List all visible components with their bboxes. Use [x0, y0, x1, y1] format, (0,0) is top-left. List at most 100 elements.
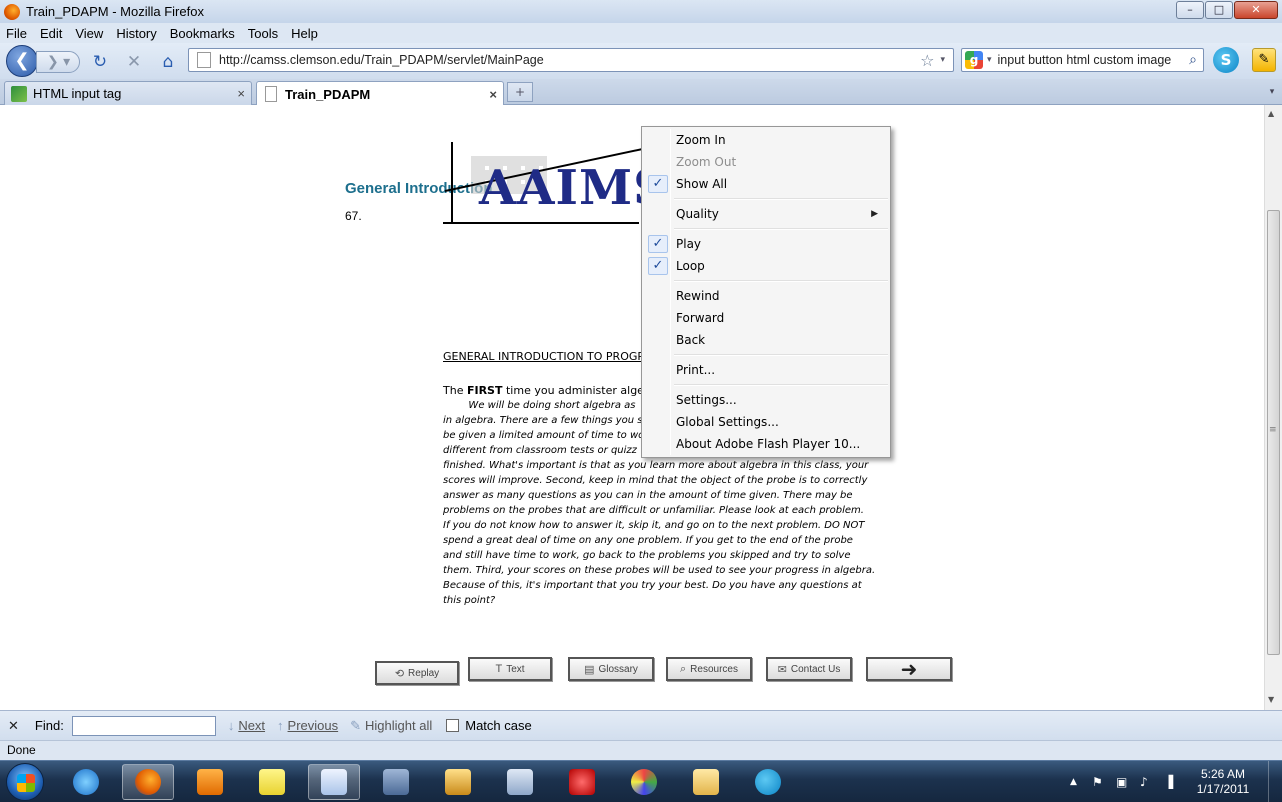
taskbar-explorer[interactable] [680, 764, 732, 800]
menu-item-loop[interactable]: ✓ Loop [644, 255, 888, 277]
menu-item-about-flash[interactable]: About Adobe Flash Player 10... [644, 433, 888, 455]
menu-separator [674, 384, 888, 386]
tab-close-icon[interactable]: × [489, 87, 497, 102]
forward-button[interactable]: ❯ ▾ [36, 51, 80, 73]
menu-tools[interactable]: Tools [248, 26, 278, 41]
show-desktop-button[interactable] [1268, 761, 1282, 802]
reload-icon[interactable]: ↻ [90, 52, 110, 72]
menu-item-forward[interactable]: Forward [644, 307, 888, 329]
scroll-up-icon[interactable]: ▲ [1268, 109, 1274, 118]
back-button[interactable]: ❮ [6, 45, 38, 77]
glossary-button[interactable]: ▤ Glossary [568, 657, 654, 681]
menu-bookmarks[interactable]: Bookmarks [170, 26, 235, 41]
pen-toolbar-icon[interactable]: ✎ [1252, 48, 1276, 72]
menu-file[interactable]: File [6, 26, 27, 41]
match-case-label: Match case [465, 718, 532, 733]
tab-close-icon[interactable]: × [237, 86, 245, 101]
search-engine-dropdown-icon[interactable]: ▾ [987, 55, 992, 65]
taskbar-internet-explorer[interactable] [60, 764, 112, 800]
window-controls: – □ ✕ [1176, 1, 1278, 19]
menu-item-label: About Adobe Flash Player 10... [676, 437, 861, 451]
skype-icon [755, 769, 781, 795]
taskbar-notepad[interactable] [308, 764, 360, 800]
url-dropdown-icon[interactable]: ▾ [940, 55, 945, 65]
search-icon[interactable]: ⌕ [1189, 52, 1197, 68]
home-icon[interactable]: ⌂ [158, 52, 178, 72]
close-window-button[interactable]: ✕ [1234, 1, 1278, 19]
action-center-flag-icon[interactable]: ⚑ [1092, 775, 1103, 789]
menu-item-play[interactable]: ✓ Play [644, 233, 888, 255]
menu-item-settings[interactable]: Settings... [644, 389, 888, 411]
find-input[interactable] [71, 715, 216, 736]
stop-icon[interactable]: ✕ [124, 52, 144, 72]
menu-item-rewind[interactable]: Rewind [644, 285, 888, 307]
taskbar-paint[interactable] [618, 764, 670, 800]
menu-separator [674, 280, 888, 282]
replay-button[interactable]: ⟲ Replay [375, 661, 459, 685]
menu-item-label: Forward [676, 311, 725, 325]
submenu-arrow-icon: ▶ [871, 209, 878, 219]
system-clock[interactable]: 5:26 AM 1/17/2011 [1186, 767, 1260, 797]
menu-item-label: Loop [676, 259, 705, 273]
menu-item-show-all[interactable]: ✓ Show All [644, 173, 888, 195]
taskbar-calculator[interactable] [494, 764, 546, 800]
search-bar[interactable]: g ▾ input button html custom image ⌕ [961, 48, 1204, 72]
bookmark-star-icon[interactable]: ☆ [920, 51, 934, 70]
menu-item-global-settings[interactable]: Global Settings... [644, 411, 888, 433]
taskbar-solitaire[interactable] [432, 764, 484, 800]
tab-train-pdapm[interactable]: Train_PDAPM × [256, 81, 504, 106]
minimize-button[interactable]: – [1176, 1, 1204, 19]
intro-line: problems on the probes that are difficul… [443, 505, 864, 516]
taskbar-sticky-notes[interactable] [246, 764, 298, 800]
menu-history[interactable]: History [116, 26, 156, 41]
taskbar-skype[interactable] [742, 764, 794, 800]
menu-view[interactable]: View [75, 26, 103, 41]
down-arrow-icon: ↓ [227, 718, 235, 733]
scroll-down-icon[interactable]: ▼ [1268, 695, 1274, 704]
signal-strength-icon[interactable]: ▐ [1164, 775, 1173, 789]
intro-line: If you do not know how to answer it, ski… [443, 520, 865, 531]
taskbar-media-player[interactable] [184, 764, 236, 800]
menu-edit[interactable]: Edit [40, 26, 62, 41]
checkmark-icon: ✓ [648, 175, 668, 193]
new-tab-button[interactable]: + [507, 82, 533, 102]
menu-item-print[interactable]: Print... [644, 359, 888, 381]
replay-icon: ⟲ [394, 667, 405, 680]
taskbar-firefox[interactable] [122, 764, 174, 800]
text-button[interactable]: T Text [468, 657, 552, 681]
highlight-all-button[interactable]: ✎ Highlight all [350, 718, 432, 734]
url-bar[interactable]: http://camss.clemson.edu/Train_PDAPM/ser… [188, 48, 954, 72]
maximize-button[interactable]: □ [1205, 1, 1233, 19]
menu-item-back[interactable]: Back [644, 329, 888, 351]
tab-html-input-tag[interactable]: HTML input tag × [4, 81, 252, 105]
menu-item-quality[interactable]: Quality ▶ [644, 203, 888, 225]
search-input[interactable]: input button html custom image [998, 53, 1190, 67]
url-text[interactable]: http://camss.clemson.edu/Train_PDAPM/ser… [219, 53, 920, 67]
all-tabs-dropdown-icon[interactable]: ▾ [1264, 83, 1280, 101]
menu-help[interactable]: Help [291, 26, 318, 41]
match-case-checkbox[interactable] [446, 719, 460, 732]
status-text: Done [7, 743, 36, 757]
vertical-scrollbar[interactable]: ▲ ≡ ▼ [1264, 105, 1282, 710]
contact-us-button[interactable]: ✉ Contact Us [766, 657, 852, 681]
taskbar-phone[interactable] [370, 764, 422, 800]
menu-item-label: Print... [676, 363, 716, 377]
start-button[interactable] [6, 763, 44, 801]
intro-heading: GENERAL INTRODUCTION TO PROGR [443, 350, 646, 363]
menu-item-label: Play [676, 237, 702, 251]
menu-item-zoom-in[interactable]: Zoom In [644, 129, 888, 151]
find-label: Find: [34, 718, 64, 733]
skype-toolbar-icon[interactable]: S [1213, 47, 1239, 73]
network-icon[interactable]: ▣ [1116, 775, 1127, 789]
google-icon[interactable]: g [965, 51, 983, 69]
next-button[interactable]: ➜ [866, 657, 952, 681]
show-hidden-icons-icon[interactable]: ▲ [1070, 777, 1077, 787]
menu-item-label: Rewind [676, 289, 720, 303]
up-arrow-icon: ↑ [277, 718, 284, 733]
find-previous-button[interactable]: ↑ Previous [277, 718, 338, 733]
volume-icon[interactable]: ♪ [1140, 775, 1148, 789]
find-next-button[interactable]: ↓ Next [228, 718, 265, 733]
resources-button[interactable]: ⌕ Resources [666, 657, 752, 681]
close-find-bar-icon[interactable]: ✕ [8, 718, 19, 734]
taskbar-hearts[interactable] [556, 764, 608, 800]
